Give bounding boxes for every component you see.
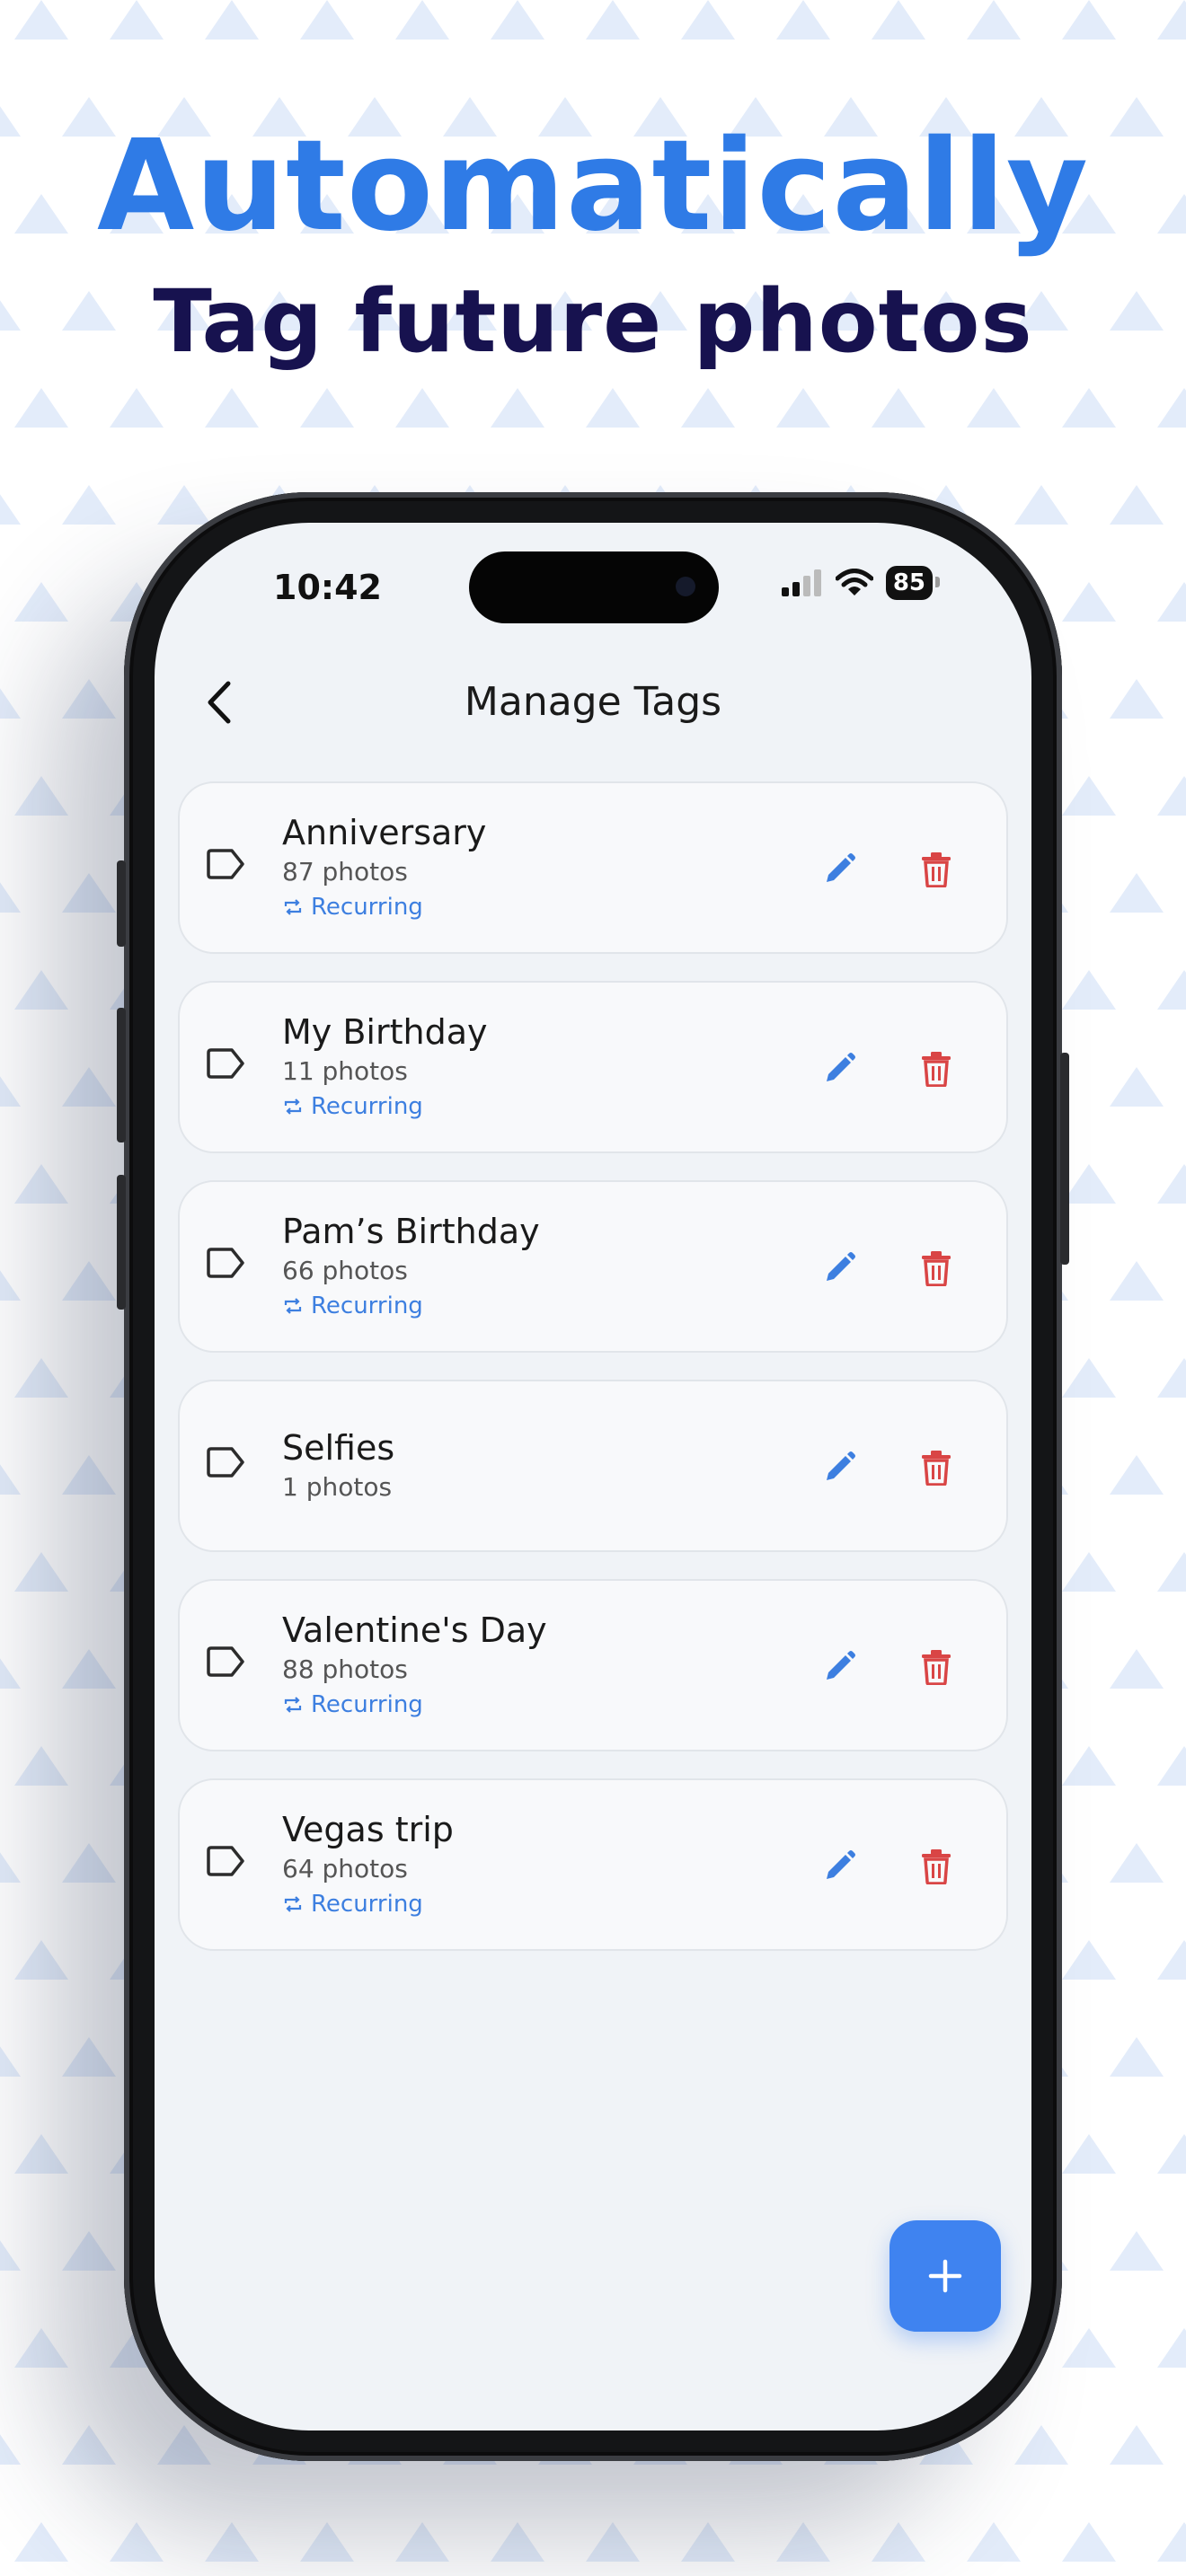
tag-icon (205, 1446, 246, 1482)
repeat-icon (284, 1896, 302, 1912)
tag-info: Anniversary 87 photos Recurring (282, 783, 486, 952)
pencil-icon (827, 1451, 855, 1480)
tag-name: Pam’s Birthday (282, 1212, 540, 1251)
headline-title: Automatically (96, 113, 1090, 260)
repeat-icon (284, 1697, 302, 1713)
camera-icon (676, 577, 695, 596)
delete-tag-button[interactable] (915, 1047, 958, 1090)
action-button (117, 860, 126, 947)
delete-tag-button[interactable] (915, 1247, 958, 1290)
recurring-text: Recurring (311, 894, 423, 921)
tag-info: Pam’s Birthday 66 photos Recurring (282, 1182, 540, 1351)
tag-icon (205, 1645, 246, 1681)
recurring-label: Recurring (282, 1090, 487, 1124)
tag-info: My Birthday 11 photos Recurring (282, 983, 487, 1151)
delete-tag-button[interactable] (915, 1446, 958, 1489)
recurring-text: Recurring (311, 1891, 423, 1918)
plus-icon (928, 2259, 962, 2293)
pencil-icon (827, 1850, 855, 1879)
recurring-label: Recurring (282, 890, 486, 924)
tag-photo-count: 66 photos (282, 1256, 408, 1285)
tag-name: Anniversary (282, 813, 487, 852)
delete-tag-button[interactable] (915, 848, 958, 891)
repeat-icon (284, 1298, 302, 1314)
status-time: 10:42 (273, 568, 382, 607)
recurring-label: Recurring (282, 1289, 540, 1323)
tag-card-0[interactable]: Anniversary 87 photos Recurring (178, 781, 1008, 954)
repeat-icon (284, 1098, 302, 1115)
tag-icon (205, 1047, 246, 1083)
status-icons: 85 (780, 566, 941, 600)
trash-icon (922, 1650, 951, 1685)
tag-icon (205, 848, 246, 884)
dynamic-island (469, 551, 719, 623)
tag-photo-count: 64 photos (282, 1854, 408, 1883)
delete-tag-button[interactable] (915, 1645, 958, 1689)
tag-card-2[interactable]: Pam’s Birthday 66 photos Recurring (178, 1180, 1008, 1353)
tag-icon (205, 1247, 246, 1283)
trash-icon (922, 1849, 951, 1884)
tag-photo-count: 11 photos (282, 1056, 408, 1086)
trash-icon (922, 1451, 951, 1486)
tag-name: My Birthday (282, 1012, 488, 1052)
edit-tag-button[interactable] (818, 1645, 861, 1689)
battery-icon: 85 (885, 566, 941, 600)
edit-tag-button[interactable] (818, 1845, 861, 1888)
trash-icon (922, 852, 951, 887)
tag-card-5[interactable]: Vegas trip 64 photos Recurring (178, 1778, 1008, 1951)
tag-photo-count: 1 photos (282, 1472, 393, 1502)
phone-screen: 10:42 85 Manage Tags Anniversary 87 phot… (155, 523, 1031, 2430)
recurring-text: Recurring (311, 1691, 423, 1718)
signal-icon (781, 569, 821, 596)
pencil-icon (827, 1651, 855, 1680)
volume-down-button (117, 1175, 126, 1310)
tag-icon (205, 1845, 246, 1881)
add-tag-button[interactable] (890, 2220, 1001, 2332)
tag-info: Valentine's Day 88 photos Recurring (282, 1581, 547, 1750)
tag-photo-count: 87 photos (282, 857, 408, 887)
pencil-icon (827, 1252, 855, 1281)
edit-tag-button[interactable] (818, 848, 861, 891)
power-button (1060, 1053, 1069, 1265)
repeat-icon (284, 899, 302, 915)
trash-icon (922, 1052, 951, 1087)
tag-card-4[interactable]: Valentine's Day 88 photos Recurring (178, 1579, 1008, 1751)
recurring-text: Recurring (311, 1093, 423, 1120)
tag-name: Valentine's Day (282, 1610, 547, 1650)
headline-subtitle: Tag future photos (153, 271, 1033, 372)
recurring-label: Recurring (282, 1887, 454, 1921)
recurring-text: Recurring (311, 1292, 423, 1319)
tag-card-3[interactable]: Selfies 1 photos (178, 1380, 1008, 1552)
delete-tag-button[interactable] (915, 1845, 958, 1888)
page-title: Manage Tags (464, 679, 722, 725)
volume-up-button (117, 1008, 126, 1142)
edit-tag-button[interactable] (818, 1047, 861, 1090)
tag-name: Selfies (282, 1428, 395, 1468)
trash-icon (922, 1251, 951, 1286)
edit-tag-button[interactable] (818, 1446, 861, 1489)
wifi-icon (835, 569, 873, 595)
edit-tag-button[interactable] (818, 1247, 861, 1290)
tag-card-1[interactable]: My Birthday 11 photos Recurring (178, 981, 1008, 1153)
tag-list: Anniversary 87 photos Recurring My Birth… (178, 781, 1008, 1978)
pencil-icon (827, 853, 855, 882)
tag-photo-count: 88 photos (282, 1654, 408, 1684)
pencil-icon (827, 1053, 855, 1081)
tag-info: Selfies 1 photos (282, 1381, 394, 1550)
recurring-label: Recurring (282, 1688, 547, 1722)
tag-name: Vegas trip (282, 1810, 454, 1849)
tag-info: Vegas trip 64 photos Recurring (282, 1780, 454, 1949)
